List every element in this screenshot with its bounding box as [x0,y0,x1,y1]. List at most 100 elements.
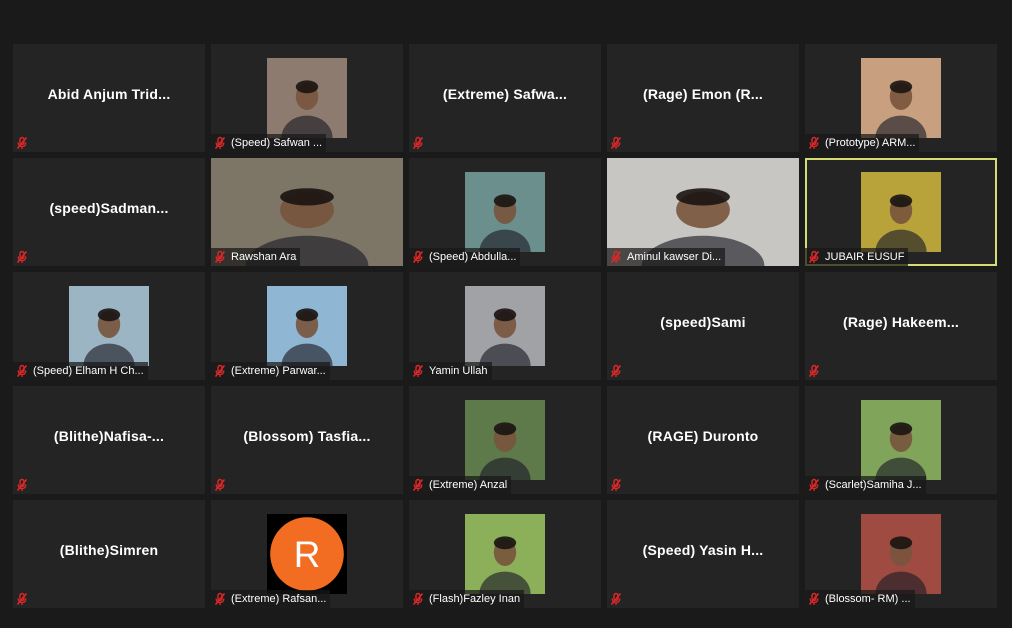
participant-name-bar [607,590,631,608]
participant-video [465,400,545,480]
participant-name-bar [607,362,631,380]
microphone-muted-icon [411,364,425,378]
microphone-muted-icon [807,592,821,606]
microphone-muted-icon [213,364,227,378]
participant-display-name: (Speed) Yasin H... [642,542,764,558]
participant-grid: Abid Anjum Trid... (Speed) Safwan ... (E… [13,44,999,610]
participant-tile[interactable]: (Extreme) Safwa... [409,44,601,152]
participant-tile[interactable]: Aminul kawser Di... [607,158,799,266]
microphone-muted-icon [609,478,623,492]
participant-tile[interactable]: (Extreme) Parwar... [211,272,403,380]
person-hair [295,308,319,322]
microphone-muted-icon [15,136,29,150]
participant-name-bar: (Extreme) Rafsan... [211,590,331,608]
person-hair [889,194,913,208]
participant-tile[interactable]: R (Extreme) Rafsan... [211,500,403,608]
participant-label: (Flash)Fazley Inan [429,593,521,605]
participant-display-name: (Rage) Emon (R... [642,86,764,102]
participant-display-name: (speed)Sadman... [49,200,169,216]
participant-tile[interactable]: (Prototype) ARM... [805,44,997,152]
participant-video [465,514,545,594]
microphone-muted-icon [213,250,227,264]
participant-name-bar [409,134,433,152]
participant-video [861,514,941,594]
participant-name-bar [607,134,631,152]
microphone-muted-icon [213,136,227,150]
participant-name-bar: JUBAIR EUSUF [805,248,909,266]
participant-tile[interactable]: Yamin Ullah [409,272,601,380]
participant-display-name: (Rage) Hakeem... [842,314,960,330]
microphone-muted-icon [807,478,821,492]
participant-name-bar: (Blossom- RM) ... [805,590,915,608]
participant-name-bar: (Prototype) ARM... [805,134,920,152]
participant-name-bar: Rawshan Ara [211,248,301,266]
participant-label: (Extreme) Parwar... [231,365,326,377]
microphone-muted-icon [411,478,425,492]
person-hair [676,188,730,206]
participant-video [861,400,941,480]
participant-name-bar: (Flash)Fazley Inan [409,590,525,608]
person-hair [493,308,517,322]
participant-label: (Blossom- RM) ... [825,593,911,605]
participant-label: (Extreme) Anzal [429,479,508,491]
participant-name-bar: (Speed) Abdulla... [409,248,521,266]
participant-display-name: (RAGE) Duronto [647,428,759,444]
microphone-muted-icon [411,250,425,264]
participant-tile[interactable]: (Blithe)Nafisa-... [13,386,205,494]
microphone-muted-icon [411,136,425,150]
microphone-muted-icon [15,478,29,492]
participant-name-bar: Yamin Ullah [409,362,492,380]
participant-display-name: (Extreme) Safwa... [442,86,568,102]
microphone-muted-icon [609,364,623,378]
participant-tile[interactable]: (Rage) Emon (R... [607,44,799,152]
participant-tile[interactable]: (Flash)Fazley Inan [409,500,601,608]
participant-video [267,58,347,138]
participant-label: (Speed) Abdulla... [429,251,517,263]
participant-label: Aminul kawser Di... [627,251,722,263]
participant-tile[interactable]: (speed)Sadman... [13,158,205,266]
person-hair [493,422,517,436]
participant-video [69,286,149,366]
participant-name-bar [607,476,631,494]
participant-name-bar [805,362,829,380]
participant-tile[interactable]: (Rage) Hakeem... [805,272,997,380]
participant-tile[interactable]: (Blithe)Simren [13,500,205,608]
person-hair [493,194,517,208]
participant-tile[interactable]: (Speed) Abdulla... [409,158,601,266]
participant-video: R [267,514,347,594]
person-hair [280,188,334,206]
person-hair [97,308,121,322]
participant-label: (Scarlet)Samiha J... [825,479,922,491]
participant-tile[interactable]: (Speed) Yasin H... [607,500,799,608]
meeting-window: { "meeting": { "participants": [ {"name"… [0,0,1012,628]
participant-tile[interactable]: Rawshan Ara [211,158,403,266]
microphone-muted-icon [807,364,821,378]
participant-name-bar: (Speed) Safwan ... [211,134,327,152]
avatar-letter: R [294,534,321,575]
participant-name-bar: (Scarlet)Samiha J... [805,476,926,494]
participant-tile[interactable]: (Scarlet)Samiha J... [805,386,997,494]
participant-label: (Speed) Elham H Ch... [33,365,144,377]
participant-display-name: (Blithe)Simren [59,542,159,558]
participant-name-bar: (Extreme) Anzal [409,476,512,494]
participant-tile[interactable]: JUBAIR EUSUF [805,158,997,266]
participant-name-bar: (Extreme) Parwar... [211,362,330,380]
participant-tile[interactable]: (RAGE) Duronto [607,386,799,494]
microphone-muted-icon [411,592,425,606]
participant-tile[interactable]: (Blossom) Tasfia... [211,386,403,494]
participant-tile[interactable]: (Blossom- RM) ... [805,500,997,608]
participant-tile[interactable]: (Speed) Safwan ... [211,44,403,152]
participant-tile[interactable]: Abid Anjum Trid... [13,44,205,152]
participant-video [465,286,545,366]
participant-tile[interactable]: (speed)Sami [607,272,799,380]
participant-video [465,172,545,252]
microphone-muted-icon [213,478,227,492]
participant-display-name: (speed)Sami [660,314,746,330]
participant-tile[interactable]: (Speed) Elham H Ch... [13,272,205,380]
microphone-muted-icon [15,364,29,378]
person-hair [295,80,319,94]
participant-name-bar [13,134,37,152]
participant-name-bar [211,476,235,494]
participant-video [861,58,941,138]
participant-tile[interactable]: (Extreme) Anzal [409,386,601,494]
